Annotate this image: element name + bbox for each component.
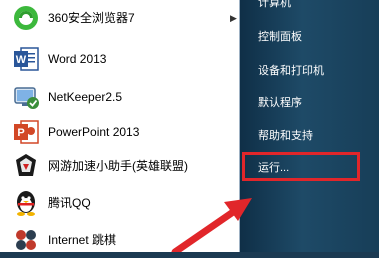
pointer-arrow — [171, 198, 252, 252]
